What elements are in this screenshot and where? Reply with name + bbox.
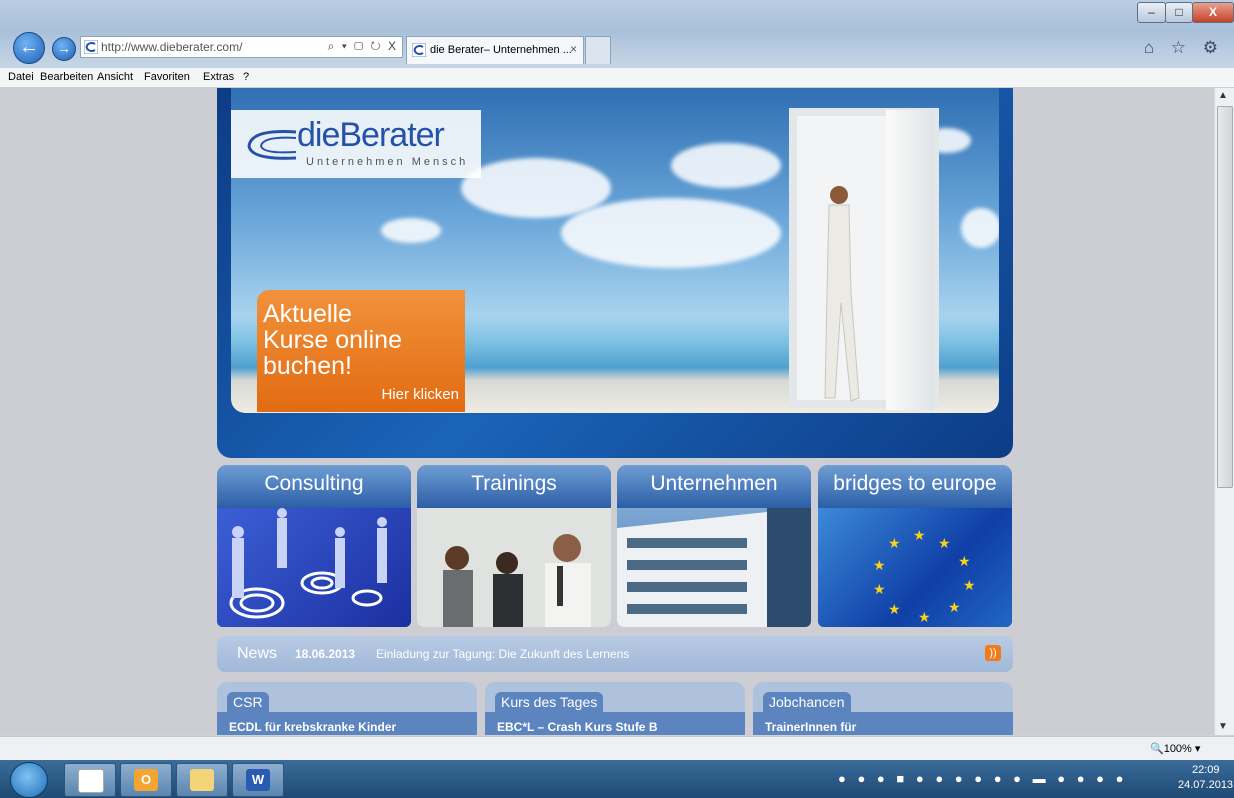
site-logo[interactable]: dieBerater Unternehmen Mensch <box>231 110 481 178</box>
close-window-button[interactable]: X <box>1192 2 1234 23</box>
svg-text:★: ★ <box>873 582 886 598</box>
promo-line: Aktuelle <box>263 300 352 328</box>
minimize-button[interactable]: – <box>1137 2 1166 23</box>
news-date: 18.06.2013 <box>295 647 356 661</box>
address-tools-icon[interactable]: ⌕ ▾ ▢ ↻ X <box>328 39 398 54</box>
box-link[interactable]: TrainerInnen für <box>765 720 856 734</box>
status-bar: 🔍100% ▾ <box>0 736 1234 761</box>
news-headline-link[interactable]: Einladung zur Tagung: Die Zukunft des Le… <box>376 647 629 661</box>
back-button[interactable]: ← <box>13 32 45 64</box>
menu-ansicht[interactable]: Ansicht <box>97 71 133 83</box>
news-label: News <box>237 645 278 662</box>
woman-figure <box>824 186 860 402</box>
new-tab-button[interactable] <box>585 36 611 64</box>
consulting-image <box>217 508 411 627</box>
system-tray-icons[interactable]: ● ● ● ■ ● ● ● ● ● ● ▬ ● ● ● ● <box>838 771 1128 786</box>
outlook-icon: O <box>134 769 158 791</box>
scroll-up-icon[interactable]: ▲ <box>1218 90 1228 101</box>
tile-label: Trainings <box>417 465 611 508</box>
tab-close-icon[interactable]: × <box>570 42 577 56</box>
tile-trainings[interactable]: Trainings <box>417 465 611 627</box>
logo-swoosh-icon <box>247 130 297 160</box>
promo-book-courses[interactable]: Aktuelle Kurse online buchen! Hier klick… <box>257 290 465 412</box>
taskbar-explorer-button[interactable] <box>176 763 228 797</box>
logo-tagline: Unternehmen Mensch <box>306 156 469 168</box>
box-jobchancen: Jobchancen TrainerInnen für <box>753 682 1013 735</box>
cloud-shape <box>561 198 781 268</box>
open-door <box>886 110 934 410</box>
web-page: dieBerater Unternehmen Mensch Aktuelle K… <box>217 88 1013 735</box>
rss-icon[interactable]: )) <box>985 645 1001 661</box>
home-favorites-settings-icon[interactable]: ⌂ ☆ ⚙ <box>1144 38 1224 58</box>
logo-name: dieBerater <box>297 116 445 154</box>
menu-bearbeiten[interactable]: Bearbeiten <box>40 71 93 83</box>
svg-text:★: ★ <box>888 536 901 552</box>
box-body: EBC*L – Crash Kurs Stufe B <box>485 712 745 735</box>
menu-extras[interactable]: Extras <box>203 71 234 83</box>
box-kurs-des-tages: Kurs des Tages EBC*L – Crash Kurs Stufe … <box>485 682 745 735</box>
cloud-shape <box>381 218 441 243</box>
tab-title: die Berater– Unternehmen ... <box>430 44 572 56</box>
box-title: Jobchancen <box>763 692 851 712</box>
svg-text:★: ★ <box>918 610 931 626</box>
cloud-shape <box>671 143 781 188</box>
eu-flag-image: ★ ★ ★ ★ ★ ★ ★ ★ ★ ★ <box>818 508 1012 627</box>
scroll-thumb[interactable] <box>1217 106 1233 488</box>
app-icon <box>78 769 104 793</box>
box-title: Kurs des Tages <box>495 692 604 712</box>
promo-line: Kurse online <box>263 326 402 354</box>
promo-click-link[interactable]: Hier klicken <box>381 386 459 403</box>
svg-text:★: ★ <box>913 528 926 544</box>
hero-banner: dieBerater Unternehmen Mensch Aktuelle K… <box>217 88 1013 458</box>
taskbar-word-button[interactable]: W <box>232 763 284 797</box>
windows-taskbar: O W ● ● ● ■ ● ● ● ● ● ● ▬ ● ● ● ● 22:09 … <box>0 760 1234 798</box>
tile-label: bridges to europe <box>818 465 1012 508</box>
building-image <box>617 508 811 627</box>
svg-text:★: ★ <box>948 600 961 616</box>
tab-dieberater[interactable]: die Berater– Unternehmen ... × <box>406 36 584 64</box>
trainings-image <box>417 508 611 627</box>
url-text[interactable]: http://www.dieberater.com/ <box>101 40 242 54</box>
menu-favoriten[interactable]: Favoriten <box>144 71 190 83</box>
tile-label: Unternehmen <box>617 465 811 508</box>
cloud-shape <box>961 208 999 248</box>
box-title: CSR <box>227 692 269 712</box>
svg-text:★: ★ <box>888 602 901 618</box>
clock-time[interactable]: 22:09 <box>1192 764 1220 776</box>
menu-datei[interactable]: Datei <box>8 71 34 83</box>
svg-text:★: ★ <box>873 558 886 574</box>
scroll-down-icon[interactable]: ▼ <box>1218 721 1228 732</box>
page-viewport: dieBerater Unternehmen Mensch Aktuelle K… <box>0 88 1214 735</box>
menu-bar: Datei Bearbeiten Ansicht Favoriten Extra… <box>0 68 1234 88</box>
news-ticker: News 18.06.2013 Einladung zur Tagung: Di… <box>217 636 1013 672</box>
vertical-scrollbar[interactable]: ▲ ▼ <box>1214 88 1234 735</box>
browser-titlebar: – □ X ← → http://www.dieberater.com/ ⌕ ▾… <box>0 0 1234 68</box>
zoom-control[interactable]: 🔍100% ▾ <box>1150 742 1200 755</box>
tile-unternehmen[interactable]: Unternehmen <box>617 465 811 627</box>
word-icon: W <box>246 769 270 791</box>
address-bar[interactable]: http://www.dieberater.com/ ⌕ ▾ ▢ ↻ X <box>80 36 403 58</box>
svg-text:★: ★ <box>938 536 951 552</box>
taskbar-outlook-button[interactable]: O <box>120 763 172 797</box>
explorer-icon <box>190 769 214 791</box>
svg-text:★: ★ <box>963 578 976 594</box>
site-favicon-icon <box>84 40 98 54</box>
box-csr: CSR ECDL für krebskranke Kinder <box>217 682 477 735</box>
taskbar-app-button[interactable] <box>64 763 116 797</box>
box-body: TrainerInnen für <box>753 712 1013 735</box>
promo-line: buchen! <box>263 352 352 380</box>
tile-label: Consulting <box>217 465 411 508</box>
tile-consulting[interactable]: Consulting <box>217 465 411 627</box>
tab-favicon-icon <box>412 43 426 57</box>
forward-button[interactable]: → <box>52 37 76 61</box>
tile-bridges-to-europe[interactable]: bridges to europe ★ ★ ★ ★ ★ ★ ★ ★ ★ ★ <box>818 465 1012 627</box>
start-button[interactable] <box>10 762 48 798</box>
clock-date[interactable]: 24.07.2013 <box>1178 779 1233 791</box>
box-link[interactable]: ECDL für krebskranke Kinder <box>229 720 396 734</box>
svg-text:★: ★ <box>958 554 971 570</box>
box-body: ECDL für krebskranke Kinder <box>217 712 477 735</box>
box-link[interactable]: EBC*L – Crash Kurs Stufe B <box>497 720 657 734</box>
maximize-button[interactable]: □ <box>1165 2 1193 23</box>
menu-help[interactable]: ? <box>243 71 249 83</box>
